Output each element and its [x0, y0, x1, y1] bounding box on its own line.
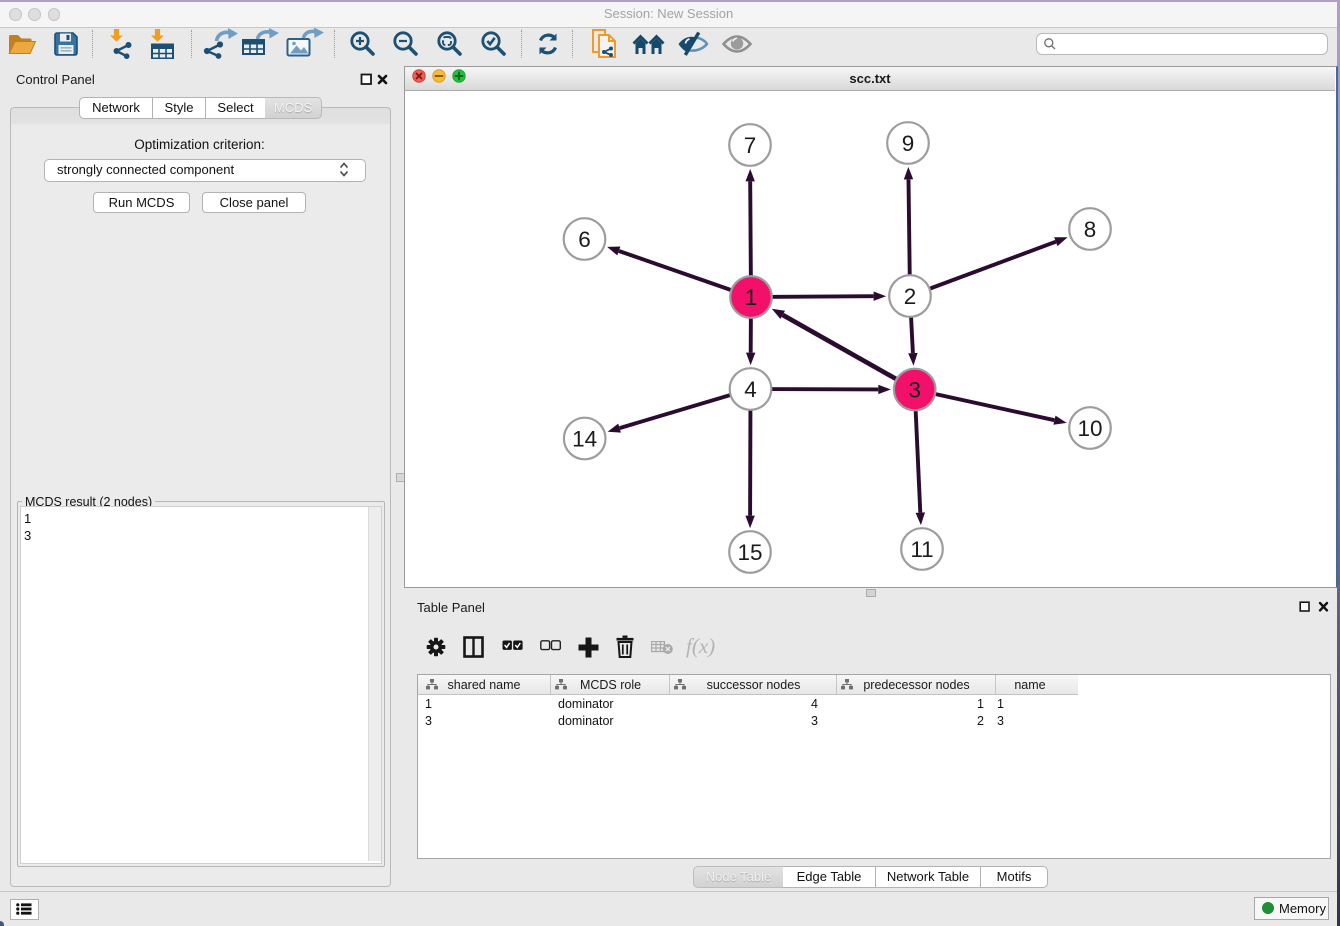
svg-text:11: 11	[910, 537, 933, 562]
svg-text:4: 4	[744, 377, 757, 402]
svg-text:15: 15	[737, 540, 762, 565]
svg-text:2: 2	[904, 284, 917, 309]
svg-text:9: 9	[902, 131, 915, 156]
svg-text:6: 6	[578, 227, 591, 252]
svg-text:3: 3	[908, 378, 921, 403]
svg-text:14: 14	[572, 427, 597, 452]
svg-text:1: 1	[745, 285, 758, 310]
svg-text:10: 10	[1077, 416, 1102, 441]
svg-text:7: 7	[744, 133, 757, 158]
svg-text:8: 8	[1084, 217, 1097, 242]
